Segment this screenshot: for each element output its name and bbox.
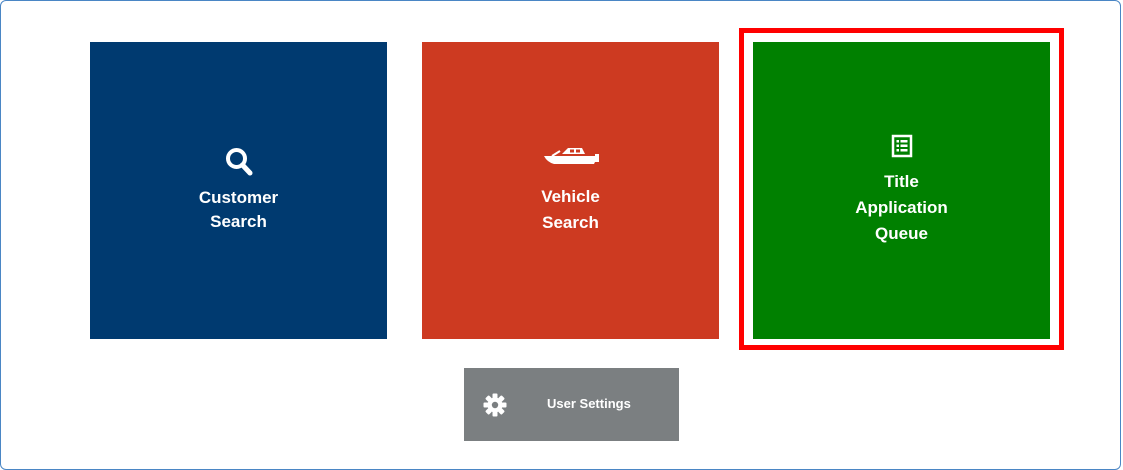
title-application-queue-label-line1: Title: [884, 172, 919, 191]
customer-search-label-line2: Search: [210, 212, 267, 231]
title-application-queue-label-line3: Queue: [875, 224, 928, 243]
gear-icon: [483, 393, 507, 417]
user-settings-label: User Settings: [547, 396, 631, 411]
vehicle-search-label-line1: Vehicle: [541, 187, 600, 206]
vehicle-search-label-line2: Search: [542, 213, 599, 232]
list-document-icon: [891, 134, 913, 163]
title-application-queue-tile[interactable]: Title Application Queue: [753, 42, 1050, 339]
user-settings-button[interactable]: User Settings: [464, 368, 679, 441]
customer-search-tile[interactable]: Customer Search: [90, 42, 387, 339]
title-application-queue-label-line2: Application: [855, 198, 948, 217]
boat-icon: [542, 145, 600, 174]
customer-search-label-line1: Customer: [198, 188, 279, 207]
vehicle-search-tile[interactable]: Vehicle Search: [422, 42, 719, 339]
dashboard-panel: Customer Search Vehicle Search Title App…: [0, 0, 1121, 470]
search-icon: [225, 147, 253, 182]
